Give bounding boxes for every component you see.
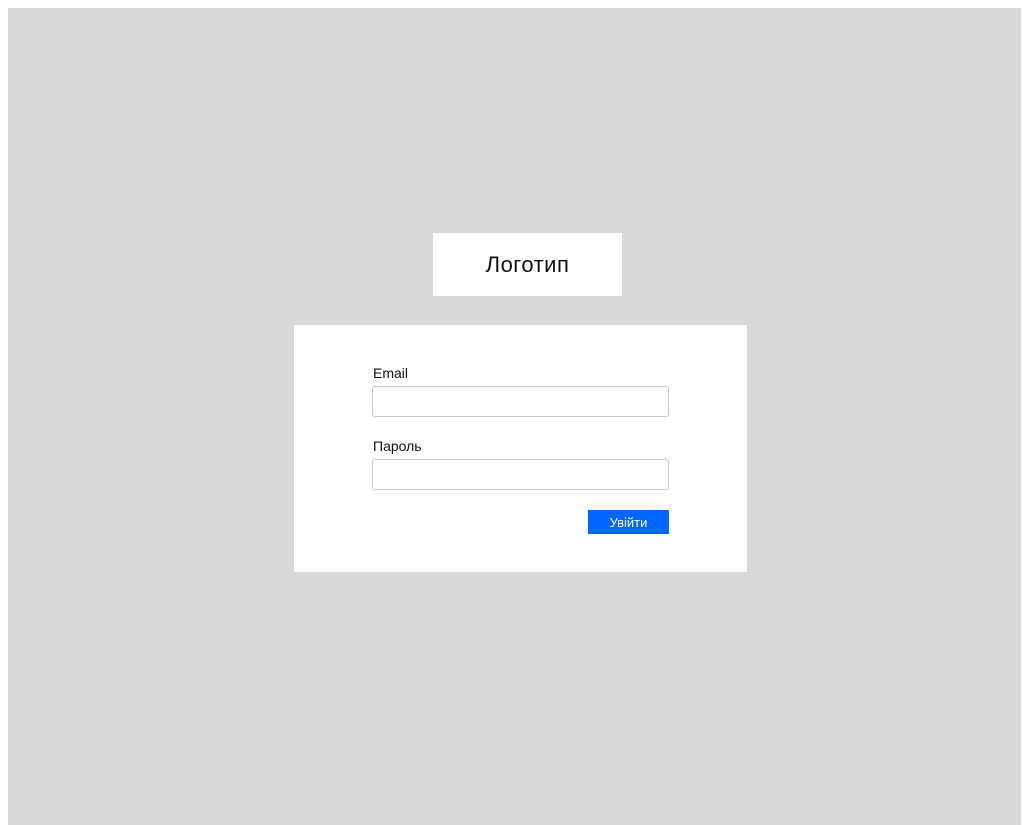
login-button[interactable]: Увійти: [588, 510, 669, 534]
logo: Логотип: [433, 233, 622, 296]
password-field[interactable]: [372, 459, 669, 490]
page-background: Логотип Email Пароль Увійти: [8, 8, 1021, 825]
password-label: Пароль: [373, 438, 422, 454]
login-form-card: Email Пароль Увійти: [294, 325, 747, 572]
email-field[interactable]: [372, 386, 669, 417]
logo-text: Логотип: [485, 251, 570, 277]
email-label: Email: [373, 365, 409, 381]
